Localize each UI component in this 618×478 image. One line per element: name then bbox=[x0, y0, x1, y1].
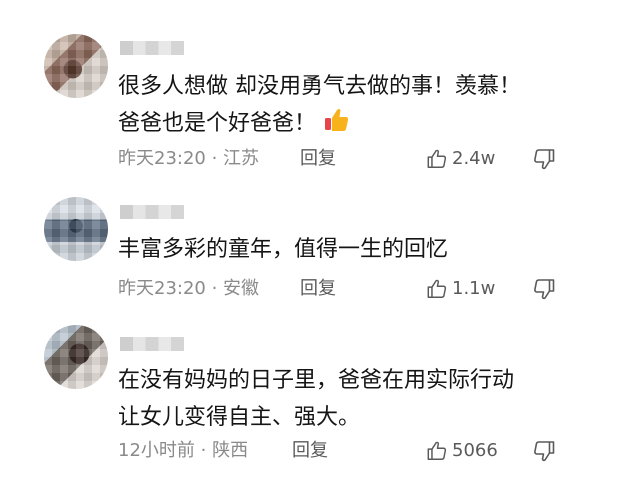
reply-button[interactable]: 回复 bbox=[292, 438, 328, 464]
reply-button[interactable]: 回复 bbox=[300, 276, 336, 302]
comment-line: 让女儿变得自主、强大。 bbox=[118, 405, 361, 430]
comment-time: 昨天23:20 bbox=[118, 148, 206, 169]
avatar[interactable] bbox=[44, 34, 108, 98]
comment-location: 陕西 bbox=[212, 440, 249, 461]
like-count: 5066 bbox=[452, 440, 498, 461]
comment-meta: 昨天23:20 · 安徽 bbox=[118, 276, 259, 302]
dislike-icon[interactable] bbox=[532, 439, 556, 463]
avatar[interactable] bbox=[44, 197, 108, 261]
like-button[interactable]: 2.4w bbox=[426, 146, 495, 172]
comment-meta: 12小时前 · 陕西 bbox=[118, 438, 248, 464]
thumbs-up-icon bbox=[427, 441, 447, 460]
avatar[interactable] bbox=[44, 325, 108, 389]
comment-text: 很多人想做 却没用勇气去做的事！羡慕！ 爸爸也是个好爸爸！ bbox=[118, 68, 521, 142]
thumbs-up-icon bbox=[427, 149, 447, 168]
like-count: 1.1w bbox=[452, 278, 496, 299]
comment-meta: 昨天23:20 · 江苏 bbox=[118, 146, 259, 172]
like-count: 2.4w bbox=[452, 148, 496, 169]
comment-time: 昨天23:20 bbox=[118, 278, 206, 299]
like-button[interactable]: 5066 bbox=[426, 438, 498, 464]
comment-line: 在没有妈妈的日子里，爸爸在用实际行动 bbox=[118, 368, 515, 393]
username-redacted[interactable] bbox=[120, 41, 184, 55]
username-redacted[interactable] bbox=[120, 337, 184, 351]
reply-button[interactable]: 回复 bbox=[300, 146, 336, 172]
comment-line: 很多人想做 却没用勇气去做的事！羡慕！ bbox=[118, 74, 521, 99]
like-button[interactable]: 1.1w bbox=[426, 276, 495, 302]
thumbs-up-emoji-icon bbox=[325, 109, 349, 131]
comment-text: 在没有妈妈的日子里，爸爸在用实际行动 让女儿变得自主、强大。 bbox=[118, 362, 514, 436]
dislike-icon[interactable] bbox=[532, 277, 556, 301]
dislike-icon[interactable] bbox=[532, 147, 556, 171]
comment-line: 爸爸也是个好爸爸！ bbox=[118, 105, 521, 142]
comment-location: 安徽 bbox=[223, 278, 260, 299]
comment-time: 12小时前 bbox=[118, 440, 195, 461]
username-redacted[interactable] bbox=[120, 205, 184, 219]
comment-line: 丰富多彩的童年，值得一生的回忆 bbox=[118, 237, 449, 262]
comment-text: 丰富多彩的童年，值得一生的回忆 bbox=[118, 231, 448, 268]
comment-location: 江苏 bbox=[223, 148, 260, 169]
thumbs-up-icon bbox=[427, 279, 447, 298]
